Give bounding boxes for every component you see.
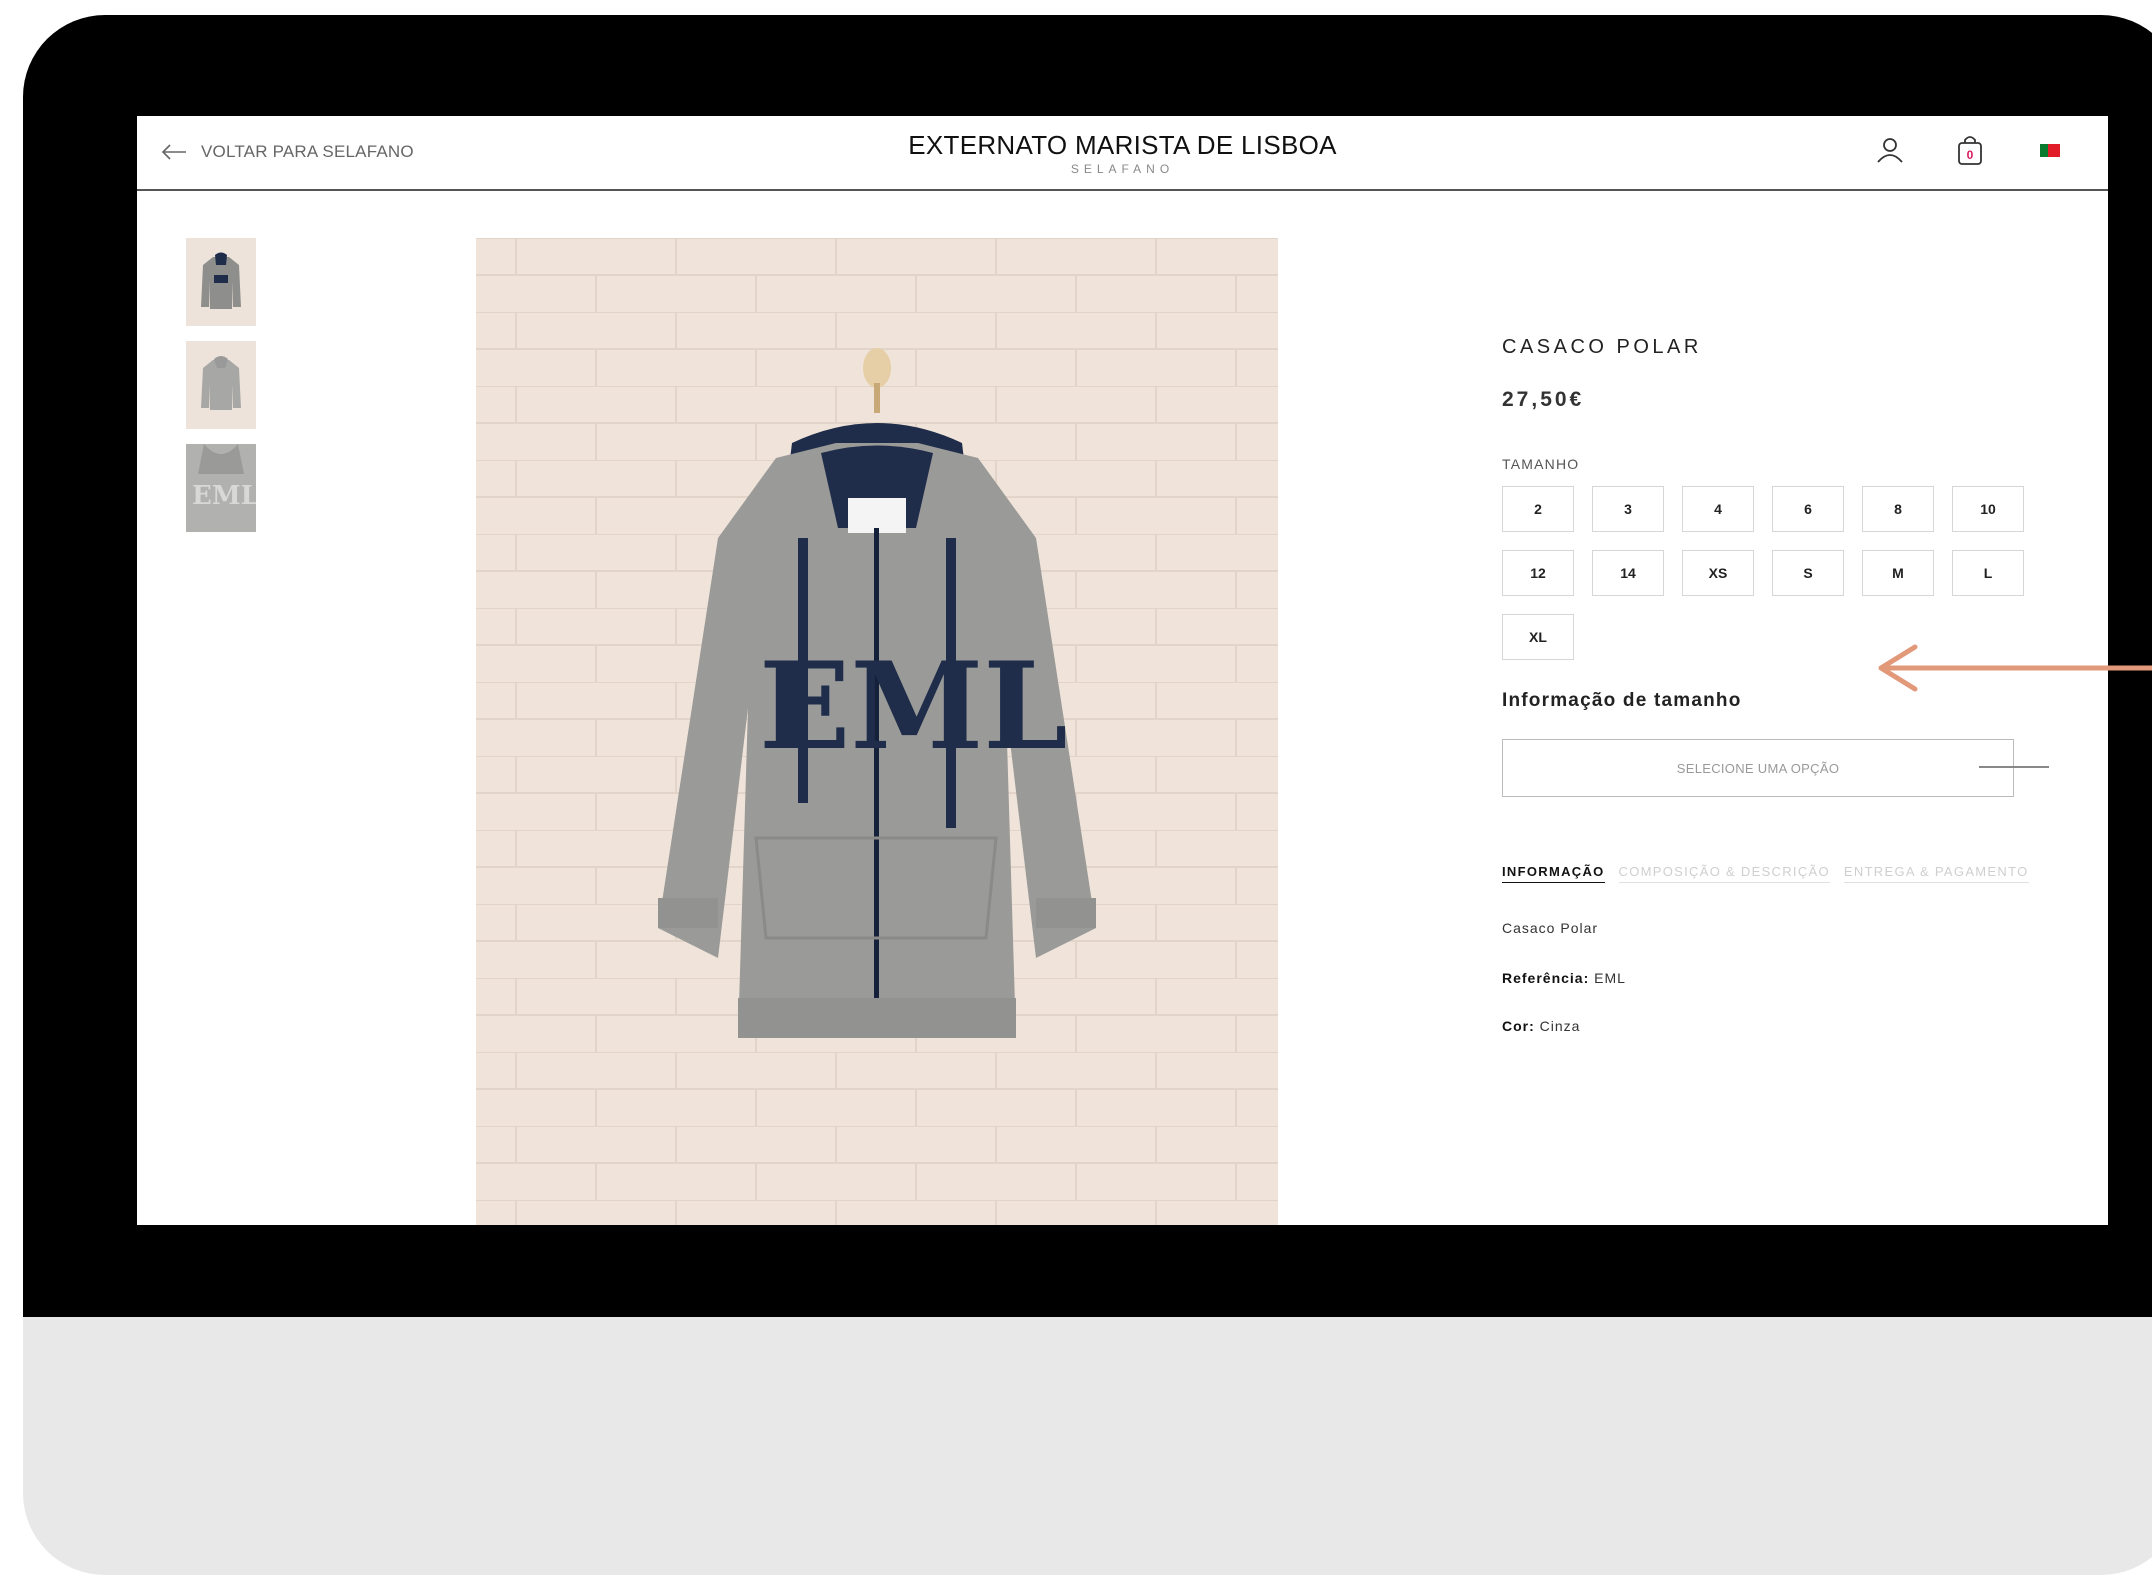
product-description: Casaco Polar [1502,920,1599,936]
store-subtitle: SELAFANO [1070,162,1175,176]
thumbnail-detail[interactable]: EML [186,444,256,532]
thumbnail-gallery: EML [186,238,256,547]
product-price: 27,50€ [1502,388,1585,411]
size-info-link[interactable]: Informação de tamanho [1502,690,1742,712]
option-select[interactable]: SELECIONE UMA OPÇÃO [1502,739,2014,797]
portugal-flag-icon [2040,143,2060,157]
browser-screen: VOLTAR PARA SELAFANO EXTERNATO MARISTA D… [137,116,2108,1225]
color-label: Cor: [1502,1018,1535,1034]
product-title: CASACO POLAR [1502,336,1702,358]
device-frame: VOLTAR PARA SELAFANO EXTERNATO MARISTA D… [23,15,2152,1575]
expand-line-icon [1979,766,2049,768]
tab-entrega-pagamento[interactable]: ENTREGA & PAGAMENTO [1843,864,2029,883]
size-option-14[interactable]: 14 [1592,550,1664,596]
product-main-image[interactable]: EML [476,238,1278,1225]
info-tabs: INFORMAÇÃO COMPOSIÇÃO & DESCRIÇÃO ENTREG… [1502,864,2029,883]
size-option-2[interactable]: 2 [1502,486,1574,532]
header-actions: 0 [1872,130,2068,170]
annotation-arrow-icon [1878,644,2152,692]
reference-label: Referência: [1502,970,1590,986]
cart-count-badge: 0 [1966,147,1974,162]
jacket-print-text: EML [759,636,1068,777]
tab-informacao[interactable]: INFORMAÇÃO [1502,864,1605,883]
site-header: VOLTAR PARA SELAFANO EXTERNATO MARISTA D… [137,116,2108,191]
color-value: Cinza [1539,1018,1581,1034]
size-option-l[interactable]: L [1952,550,2024,596]
store-title: EXTERNATO MARISTA DE LISBOA [908,130,1337,160]
cart-button[interactable]: 0 [1952,130,1988,170]
size-option-xl[interactable]: XL [1502,614,1574,660]
reference-value: EML [1594,970,1626,986]
size-option-xs[interactable]: XS [1682,550,1754,596]
size-option-m[interactable]: M [1862,550,1934,596]
product-reference: Referência: EML [1502,970,1626,986]
thumbnail-front[interactable] [186,238,256,326]
thumbnail-back[interactable] [186,341,256,429]
tab-composicao-descricao[interactable]: COMPOSIÇÃO & DESCRIÇÃO [1618,864,1830,883]
account-button[interactable] [1872,130,1908,170]
store-brand[interactable]: EXTERNATO MARISTA DE LISBOA SELAFANO [137,130,2108,176]
size-option-10[interactable]: 10 [1952,486,2024,532]
language-selector[interactable] [2032,130,2068,170]
size-label: TAMANHO [1502,456,1580,472]
size-option-12[interactable]: 12 [1502,550,1574,596]
size-option-s[interactable]: S [1772,550,1844,596]
user-icon [1877,138,1903,163]
size-option-6[interactable]: 6 [1772,486,1844,532]
product-color: Cor: Cinza [1502,1018,1580,1034]
size-option-8[interactable]: 8 [1862,486,1934,532]
svg-text:EML: EML [192,481,256,511]
size-option-4[interactable]: 4 [1682,486,1754,532]
size-option-3[interactable]: 3 [1592,486,1664,532]
